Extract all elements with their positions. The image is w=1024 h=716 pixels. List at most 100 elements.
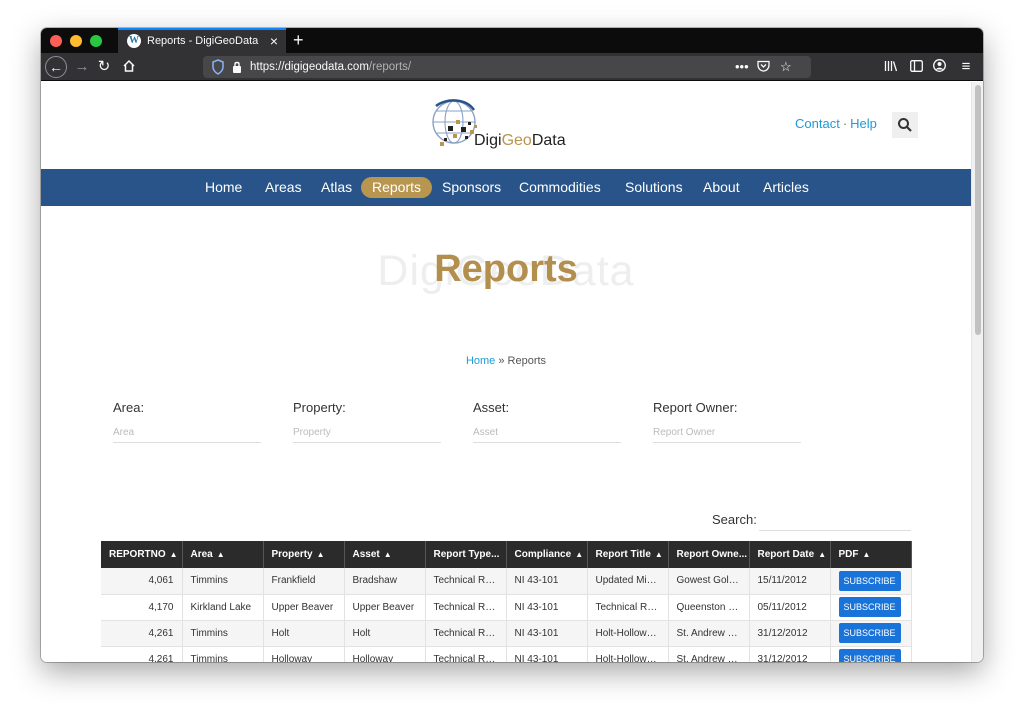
breadcrumb-home-link[interactable]: Home [466,355,495,367]
table-search-input[interactable] [759,511,911,531]
help-link[interactable]: Help [850,116,877,131]
column-header-2[interactable]: Property ▲ [263,541,345,568]
back-arrow-icon[interactable]: ← [45,56,67,78]
column-header-3[interactable]: Asset ▲ [344,541,426,568]
account-icon[interactable] [930,53,948,81]
table-search-label: Search: [712,512,757,527]
table-cell: Technical Rep... [425,646,507,662]
subscribe-button[interactable]: SUBSCRIBE [838,623,901,643]
table-cell: Queenston Mi... [668,594,750,621]
table-row[interactable]: 4,170 Kirkland Lake Upper Beaver Upper Beav… [101,594,912,621]
table-row[interactable]: 4,261 Timmins Holloway Holloway Technical Re… [101,646,912,662]
home-icon[interactable] [119,53,139,81]
subscribe-button[interactable]: SUBSCRIBE [838,597,901,617]
table-cell: Technical Rep... [425,620,507,647]
forward-arrow-icon[interactable]: → [73,53,91,81]
column-header-6[interactable]: Report Title ▲ [587,541,669,568]
page-actions-icon[interactable]: ••• [735,56,749,78]
bookmark-star-icon[interactable]: ☆ [780,56,792,78]
tab-close-icon[interactable]: × [270,30,278,52]
pocket-icon[interactable] [757,56,770,78]
subscribe-button[interactable]: SUBSCRIBE [838,570,901,591]
nav-about[interactable]: About [703,169,740,206]
table-cell: Gowest Gold ... [668,568,750,595]
breadcrumb: Home » Reports [41,355,971,367]
table-cell: St. Andrew G... [668,620,750,647]
menu-icon[interactable]: ≡ [957,53,975,81]
nav-commodities[interactable]: Commodities [519,169,601,206]
column-header-label: REPORTNO [109,549,166,560]
column-header-8[interactable]: Report Date ▲ [749,541,831,568]
logo-geo: Geo [501,132,532,149]
sort-asc-icon: ▲ [654,550,663,559]
filter-area-input[interactable] [113,423,261,443]
table-cell: NI 43-101 [506,594,588,621]
search-icon [898,118,912,132]
table-row[interactable]: 4,061 Timmins Frankfield Bradshaw Technical … [101,568,912,595]
close-window-button[interactable] [50,35,62,47]
tab-title: Reports - DigiGeoData [147,35,259,47]
table-cell: Holloway [344,646,426,662]
table-row[interactable]: 4,261 Timmins Holt Holt Technical Rep... NI 4… [101,620,912,647]
column-header-1[interactable]: Area ▲ [182,541,264,568]
nav-home[interactable]: Home [205,169,242,206]
page-scrollbar[interactable] [971,82,983,662]
column-header-4[interactable]: Report Type... [425,541,507,568]
site-logo[interactable]: DigiGeoData [426,96,586,158]
column-header-9[interactable]: PDF ▲ [830,541,912,568]
table-cell: NI 43-101 [506,620,588,647]
link-separator: · [842,116,848,131]
filter-property: Property: [293,400,441,443]
browser-tab-reports[interactable]: W Reports - DigiGeoData × [118,28,286,53]
lock-icon[interactable] [232,60,242,74]
nav-sponsors[interactable]: Sponsors [442,169,501,206]
table-cell: SUBSCRIBE [830,646,912,662]
logo-wordmark: DigiGeoData [474,132,566,150]
column-header-label: Compliance [514,549,572,560]
column-header-0[interactable]: REPORTNO ▲ [101,541,183,568]
subscribe-button[interactable]: SUBSCRIBE [838,649,901,662]
zoom-window-button[interactable] [90,35,102,47]
address-bar[interactable]: https://digigeodata.com/reports/ ••• ☆ [203,56,811,78]
page-title: Reports [434,248,578,290]
filter-report-owner-input[interactable] [653,423,801,443]
nav-atlas[interactable]: Atlas [321,169,352,206]
table-cell: Holt [263,620,345,647]
minimize-window-button[interactable] [70,35,82,47]
tab-strip: W Reports - DigiGeoData × + [41,28,983,53]
table-cell: Holloway [263,646,345,662]
column-header-label: Report Date [757,549,815,560]
nav-areas[interactable]: Areas [265,169,302,206]
table-cell: 4,170 [101,594,183,621]
site-search-button[interactable] [892,112,918,138]
nav-articles[interactable]: Articles [763,169,809,206]
column-header-7[interactable]: Report Owne... [668,541,750,568]
sidebar-icon[interactable] [907,53,925,81]
new-tab-button[interactable]: + [293,28,304,52]
table-cell: Technical Rep... [425,568,507,595]
scrollbar-thumb[interactable] [975,85,981,335]
table-cell: Timmins [182,568,264,595]
table-cell: 31/12/2012 [749,646,831,662]
nav-reports[interactable]: Reports [361,177,433,198]
filter-area: Area: [113,400,261,443]
table-cell: SUBSCRIBE [830,594,912,621]
browser-window: W Reports - DigiGeoData × + ← → ↻ https:… [41,28,983,662]
site-header: DigiGeoData Contact · Help [41,82,971,169]
column-header-5[interactable]: Compliance ▲ [506,541,588,568]
table-cell: Holt-Holloway... [587,620,669,647]
reload-icon[interactable]: ↻ [95,53,113,81]
library-icon[interactable] [882,53,900,81]
filter-property-input[interactable] [293,423,441,443]
sort-asc-icon: ▲ [818,550,827,559]
filter-asset-input[interactable] [473,423,621,443]
table-cell: Timmins [182,620,264,647]
nav-solutions[interactable]: Solutions [625,169,683,206]
logo-digi: Digi [474,132,502,149]
url-path: /reports/ [368,61,412,73]
tracking-shield-icon[interactable] [212,59,224,75]
main-nav: Home Areas Atlas Reports Sponsors Commod… [41,169,971,206]
contact-link[interactable]: Contact [795,116,840,131]
table-cell: 15/11/2012 [749,568,831,595]
wordpress-icon: W [127,34,141,48]
